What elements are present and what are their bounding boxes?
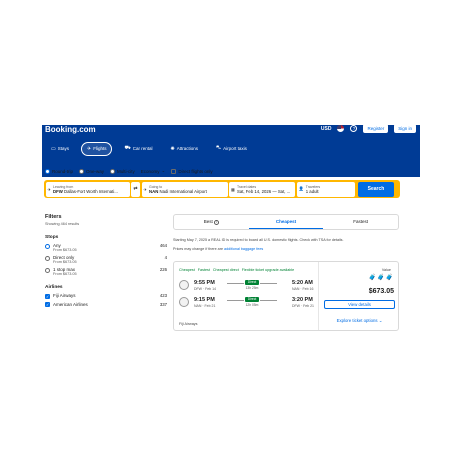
- car-icon: ⛟: [124, 145, 131, 151]
- plane-icon: ✈: [87, 145, 92, 152]
- stops-any-option[interactable]: Any From $673.05 464: [45, 243, 167, 252]
- cabin-class-select[interactable]: Economy ⌄: [141, 168, 166, 174]
- travel-dates-field[interactable]: ▦ Travel dates Sat, Feb 14, 2026 — Sat, …: [229, 181, 295, 197]
- destination-field[interactable]: ✈ Going to NAN Nadi International Airpor…: [141, 181, 228, 197]
- card-divider: [318, 262, 319, 330]
- taxi-icon: ⛍: [216, 145, 222, 151]
- view-details-button[interactable]: View details: [324, 300, 395, 309]
- person-icon: 👤: [298, 186, 304, 191]
- results-count: Showing 464 results: [45, 222, 80, 226]
- radio-icon: [45, 255, 50, 261]
- attractions-icon: ✺: [170, 145, 175, 152]
- tab-airport-taxis[interactable]: ⛍ Airport taxis: [210, 141, 253, 156]
- price: $673.05: [368, 288, 394, 295]
- bed-icon: ▭: [51, 145, 56, 152]
- tab-stays[interactable]: ▭ Stays: [45, 142, 75, 156]
- badge-fastest: Fastest: [197, 268, 210, 272]
- badge-flexible: Flexible ticket upgrade available: [241, 268, 295, 272]
- operating-airline: Fiji Airways: [179, 322, 198, 326]
- outbound-leg: 9:55 PM DFW · Feb 14 Direct 13h 25m 5:20…: [179, 279, 319, 293]
- calendar-icon: ▦: [231, 186, 235, 192]
- landing-icon: ✈: [143, 186, 148, 192]
- multi-city-option[interactable]: Multi-city: [110, 168, 135, 174]
- direct-only-checkbox[interactable]: Direct flights only: [171, 168, 213, 174]
- signin-button[interactable]: Sign in: [394, 124, 416, 133]
- stops-one-max-option[interactable]: 1 stop max From $673.05 226: [45, 267, 167, 276]
- radio-icon: [45, 168, 50, 174]
- tab-flights[interactable]: ✈ Flights: [81, 141, 113, 156]
- result-badges: Cheapest Fastest Cheapest direct Flexibl…: [179, 268, 294, 272]
- baggage-icon: 🧳🧳🧳: [368, 275, 394, 281]
- radio-icon: [45, 267, 50, 273]
- radio-icon: [110, 168, 116, 174]
- info-icon[interactable]: i: [213, 220, 219, 225]
- us-flag-icon[interactable]: [337, 125, 345, 132]
- filters-sidebar: Filters Showing 464 results Stops Any Fro…: [45, 214, 167, 307]
- radio-icon: [45, 243, 50, 249]
- checkmark-icon: ✓: [45, 302, 50, 307]
- tab-best[interactable]: Best i: [174, 215, 249, 229]
- product-nav: ▭ Stays ✈ Flights ⛟ Car rental ✺ Attractions…: [45, 141, 253, 156]
- airline-filter-american[interactable]: ✓ American Airlines 337: [45, 302, 167, 307]
- baggage-notice: Prices may change if there are additiona…: [173, 247, 264, 251]
- brand-logo[interactable]: Booking.com: [45, 125, 96, 134]
- value-label: Value: [381, 268, 391, 272]
- round-trip-option[interactable]: Round-trip: [45, 168, 73, 174]
- airline-filter-fiji[interactable]: ✓ Fiji Airways 423: [45, 293, 167, 299]
- header-actions: USD ? Register Sign in: [321, 124, 416, 133]
- radio-icon: [79, 168, 85, 174]
- checkmark-icon: ✓: [45, 293, 50, 299]
- tab-fastest[interactable]: Fastest: [323, 215, 398, 229]
- swap-icon[interactable]: ⇄: [131, 181, 140, 197]
- baggage-fees-link[interactable]: additional baggage fees: [224, 247, 263, 251]
- trip-options: Round-trip One-way Multi-city Economy ⌄ D…: [45, 168, 213, 174]
- currency-selector[interactable]: USD: [321, 126, 332, 132]
- return-leg: 9:15 PM NAN · Feb 21 Direct 12h 05m 3:20…: [179, 296, 319, 310]
- airline-logo-icon: [179, 280, 189, 290]
- real-id-notice: Starting May 7, 2025 a REAL ID is requir…: [173, 238, 344, 242]
- direct-badge: Direct: [245, 297, 259, 302]
- badge-cheapest-direct: Cheapest direct: [212, 268, 239, 272]
- tab-attractions[interactable]: ✺ Attractions: [165, 142, 204, 156]
- one-way-option[interactable]: One-way: [79, 168, 104, 174]
- airline-logo-icon: [179, 297, 189, 307]
- sort-tabs: Best i Cheapest Fastest: [173, 214, 399, 230]
- travelers-field[interactable]: 👤 Travelers 1 adult: [296, 181, 355, 197]
- flight-result-card[interactable]: Cheapest Fastest Cheapest direct Flexibl…: [173, 261, 399, 331]
- register-button[interactable]: Register: [363, 124, 389, 133]
- origin-field[interactable]: ✈ Leaving from DFW Dallas-Fort Worth Int…: [45, 181, 130, 197]
- search-button[interactable]: Search: [358, 181, 394, 197]
- checkbox-icon: [171, 168, 177, 174]
- stops-direct-option[interactable]: Direct only From $673.05 4: [45, 255, 167, 264]
- search-bar: ✈ Leaving from DFW Dallas-Fort Worth Int…: [44, 180, 400, 198]
- direct-badge: Direct: [245, 280, 259, 285]
- tab-car-rental[interactable]: ⛟ Car rental: [118, 141, 158, 156]
- tab-cheapest[interactable]: Cheapest: [248, 215, 324, 229]
- help-icon[interactable]: ?: [350, 125, 358, 132]
- stops-heading: Stops: [45, 235, 59, 240]
- filters-title: Filters: [45, 214, 62, 220]
- explore-ticket-options-link[interactable]: Explore ticket options ⌄: [324, 318, 395, 324]
- chevron-down-icon: ⌄: [161, 168, 166, 173]
- takeoff-icon: ✈: [47, 186, 52, 192]
- badge-cheapest: Cheapest: [179, 268, 195, 272]
- airlines-heading: Airlines: [45, 285, 63, 290]
